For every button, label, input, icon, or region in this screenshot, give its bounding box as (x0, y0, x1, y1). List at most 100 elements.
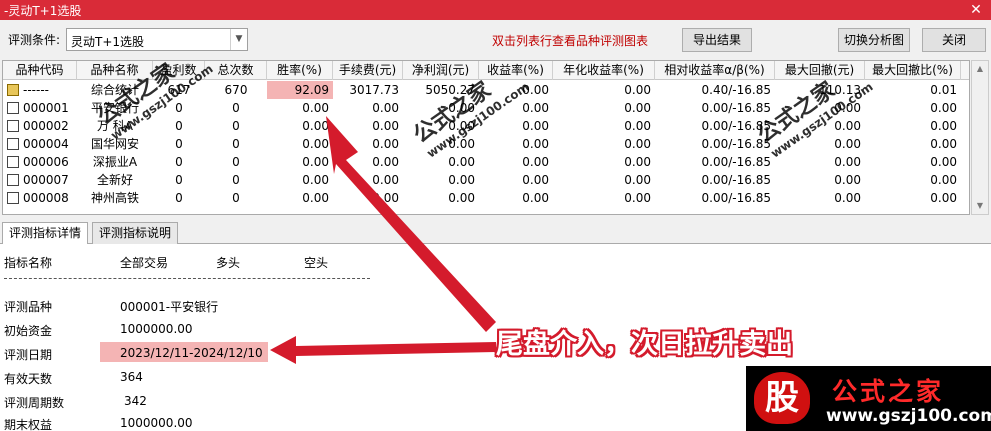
table-cell: 0.00 (522, 191, 549, 205)
detail-header-short: 空头 (304, 256, 329, 270)
table-cell: 0.00 (930, 191, 957, 205)
cell-text: 000006 (23, 155, 69, 169)
stock-icon (7, 192, 19, 204)
window-title: -灵动T+1选股 (4, 4, 82, 18)
code-cell: 000006 (3, 153, 77, 171)
column-header[interactable]: 手续费(元) (333, 61, 403, 80)
detail-divider (4, 278, 370, 279)
table-cell: 0.00 (302, 119, 329, 133)
condition-label: 评测条件: (8, 33, 61, 47)
logo-url: www.gszj100.com (826, 406, 991, 426)
annotation-callout: 尾盘介入，次日拉升卖出 (496, 329, 793, 360)
detail-value: 1000000.00 (120, 416, 193, 430)
table-cell: 0.00 (372, 119, 399, 133)
table-cell: 0.00 (624, 137, 651, 151)
table-cell: 0.00 (930, 173, 957, 187)
detail-label: 评测品种 (4, 300, 53, 314)
table-cell: 0 (232, 101, 240, 115)
table-cell: 0.00 (302, 173, 329, 187)
table-row[interactable]: 000006 深振业A 0 0 0.00 0.00 0.00 0.00 0.00 0.00/-16… (3, 153, 969, 171)
table-cell: 0 (175, 137, 183, 151)
stock-icon (7, 138, 19, 150)
table-cell: 0.00 (372, 173, 399, 187)
table-cell: 0.00/-16.85 (701, 155, 771, 169)
table-cell: 0.00 (834, 191, 861, 205)
code-cell: ------ (3, 81, 77, 99)
table-row[interactable]: 000004 国华网安 0 0 0.00 0.00 0.00 0.00 0.00 0.00/-16… (3, 135, 969, 153)
table-cell: 0.00 (624, 101, 651, 115)
detail-value: 000001-平安银行 (120, 300, 219, 314)
column-header[interactable]: 净利润(元) (403, 61, 479, 80)
table-cell: 0.00 (302, 155, 329, 169)
table-row[interactable]: 000008 神州高铁 0 0 0.00 0.00 0.00 0.00 0.00 0.00/-16… (3, 189, 969, 207)
table-cell: 0.00/-16.85 (701, 101, 771, 115)
table-row[interactable]: 000007 全新好 0 0 0.00 0.00 0.00 0.00 0.00 0.00/-16.… (3, 171, 969, 189)
toolbar: 评测条件: 灵动T+1选股 ▼ 双击列表行查看品种评测图表 导出结果 切换分析图… (0, 20, 991, 58)
export-button[interactable]: 导出结果 (682, 28, 752, 52)
switch-chart-button[interactable]: 切换分析图 (838, 28, 910, 52)
summary-icon (7, 84, 19, 96)
code-cell: 000002 (3, 117, 77, 135)
table-cell: 0.00 (448, 173, 475, 187)
table-cell: 0.00 (522, 137, 549, 151)
column-header[interactable]: 相对收益率α/β(%) (655, 61, 775, 80)
table-cell: 0.00/-16.85 (701, 191, 771, 205)
column-header[interactable]: 胜率(%) (267, 61, 333, 80)
table-cell: 0.00 (372, 191, 399, 205)
table-cell: 0.00 (624, 83, 651, 97)
table-cell: 0.00 (624, 119, 651, 133)
detail-label: 评测日期 (4, 348, 53, 362)
table-cell: 0.00 (930, 119, 957, 133)
table-cell: 0.00 (930, 101, 957, 115)
table-cell: 0 (232, 173, 240, 187)
table-cell: 全新好 (96, 173, 133, 187)
table-cell: 0.00/-16.85 (701, 137, 771, 151)
detail-header-long: 多头 (216, 256, 241, 270)
column-header[interactable]: 最大回撤比(%) (865, 61, 961, 80)
code-cell: 000001 (3, 99, 77, 117)
tab-indicator-detail[interactable]: 评测指标详情 (2, 222, 89, 245)
table-cell: 0.00 (624, 155, 651, 169)
detail-value: 1000000.00 (120, 322, 193, 336)
site-logo: 股 公式之家 www.gszj100.com (746, 366, 991, 431)
stock-icon (7, 156, 19, 168)
table-scrollbar[interactable]: ▲ ▼ (971, 60, 989, 215)
table-cell: 0.00 (448, 155, 475, 169)
cell-text: 000004 (23, 137, 69, 151)
scroll-up-icon[interactable]: ▲ (972, 61, 988, 77)
table-cell: 0 (175, 191, 183, 205)
condition-select[interactable]: 灵动T+1选股 ▼ (66, 28, 248, 51)
detail-header-name: 指标名称 (4, 256, 53, 270)
table-cell: 0 (175, 155, 183, 169)
table-cell: 0.00 (834, 155, 861, 169)
table-cell: 0.00 (624, 191, 651, 205)
window-close-icon[interactable]: ✕ (967, 0, 985, 20)
tab-indicator-description[interactable]: 评测指标说明 (92, 222, 179, 244)
cell-text: 000008 (23, 191, 69, 205)
scroll-down-icon[interactable]: ▼ (972, 198, 988, 214)
table-cell: 3017.73 (349, 83, 399, 97)
chevron-down-icon[interactable]: ▼ (230, 29, 247, 50)
stock-icon (7, 120, 19, 132)
table-cell: 0 (232, 191, 240, 205)
table-cell: 0.00 (372, 155, 399, 169)
cell-text: 000007 (23, 173, 69, 187)
table-cell: 0 (232, 155, 240, 169)
column-header[interactable]: 品种代码 (3, 61, 77, 80)
detail-label: 初始资金 (4, 324, 53, 338)
close-button[interactable]: 关闭 (922, 28, 986, 52)
table-cell: 0.00 (302, 191, 329, 205)
code-cell: 000008 (3, 189, 77, 207)
table-cell: 神州高铁 (90, 191, 139, 205)
cell-text: 000002 (23, 119, 69, 133)
table-cell: 深振业A (92, 155, 138, 169)
logo-emblem: 股 (754, 372, 810, 424)
table-cell: 0.00 (372, 137, 399, 151)
detail-value: 342 (124, 394, 147, 408)
table-cell: 0.00 (834, 173, 861, 187)
detail-header-all: 全部交易 (120, 256, 169, 270)
detail-label: 期末权益 (4, 418, 53, 431)
column-header[interactable]: 年化收益率(%) (553, 61, 655, 80)
table-cell: 0.00 (448, 191, 475, 205)
table-cell: 0.00 (522, 173, 549, 187)
